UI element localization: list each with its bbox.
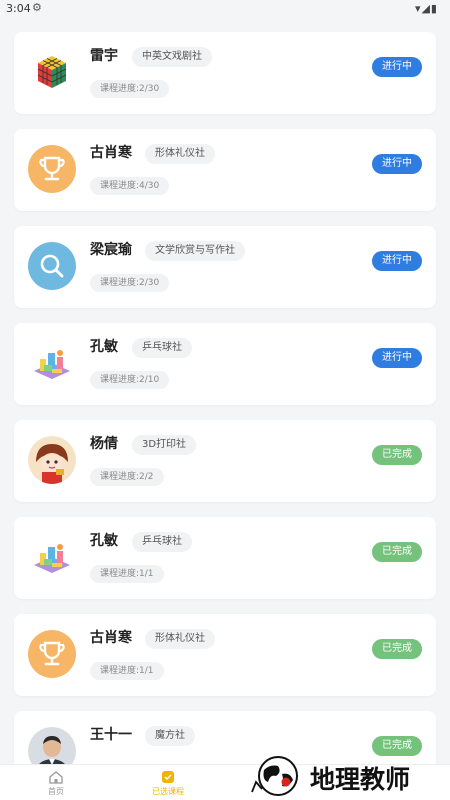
club-tag: 文学欣赏与写作社 [145, 241, 245, 261]
course-card[interactable]: 雷宇 中英文戏剧社 课程进度:2/30 进行中 [14, 32, 436, 114]
status-badge: 进行中 [372, 251, 422, 271]
status-badge: 进行中 [372, 348, 422, 368]
status-badge: 已完成 [372, 639, 422, 659]
teacher-name: 古肖寒 [90, 145, 132, 161]
status-time: 3:04 [6, 2, 31, 15]
nav-courses-label: 已选课程 [152, 787, 184, 796]
status-badge: 进行中 [372, 154, 422, 174]
teacher-name: 古肖寒 [90, 630, 132, 646]
status-badge: 进行中 [372, 57, 422, 77]
teacher-name: 雷宇 [90, 48, 118, 64]
course-card[interactable]: 古肖寒 形体礼仪社 课程进度:4/30 进行中 [14, 129, 436, 211]
nav-home-tab[interactable]: 首页 [26, 769, 86, 797]
status-bar: 3:04 ⚙ ▾◢▮ [0, 0, 450, 18]
cartoon-girl-avatar [28, 436, 76, 484]
status-badge: 已完成 [372, 445, 422, 465]
course-card[interactable]: 杨倩 3D打印社 课程进度:2/2 已完成 [14, 420, 436, 502]
settings-gear-icon: ⚙ [32, 1, 42, 14]
course-progress: 课程进度:2/30 [90, 274, 170, 292]
club-tag: 乒乓球社 [132, 532, 192, 552]
club-tag: 中英文戏剧社 [132, 47, 212, 67]
watermark: 地理教师 [248, 748, 448, 800]
status-badge: 已完成 [372, 542, 422, 562]
trophy-icon [28, 145, 76, 193]
teacher-name: 孔敏 [90, 533, 118, 549]
course-progress: 课程进度:2/30 [90, 80, 170, 98]
course-check-icon [162, 771, 174, 783]
teacher-name: 梁宸瑜 [90, 242, 132, 258]
teacher-name: 孔敏 [90, 339, 118, 355]
course-progress: 课程进度:2/10 [90, 371, 170, 389]
building-blocks-icon [28, 339, 76, 387]
teacher-name: 王十一 [90, 727, 132, 743]
trophy-icon [28, 630, 76, 678]
club-tag: 形体礼仪社 [145, 144, 215, 164]
course-progress: 课程进度:4/30 [90, 177, 170, 195]
course-progress: 课程进度:1/1 [90, 565, 164, 583]
course-progress: 课程进度:2/2 [90, 468, 164, 486]
teacher-name: 杨倩 [90, 436, 118, 452]
club-tag: 魔方社 [145, 726, 195, 746]
nav-courses-tab[interactable]: 已选课程 [138, 769, 198, 797]
course-card[interactable]: 孔敏 乒乓球社 课程进度:1/1 已完成 [14, 517, 436, 599]
search-icon [28, 242, 76, 290]
course-card[interactable]: 孔敏 乒乓球社 课程进度:2/10 进行中 [14, 323, 436, 405]
home-icon [49, 771, 63, 784]
course-card[interactable]: 梁宸瑜 文学欣赏与写作社 课程进度:2/30 进行中 [14, 226, 436, 308]
watermark-text: 地理教师 [310, 765, 411, 794]
rubik-cube-icon [28, 48, 76, 96]
building-blocks-icon [28, 533, 76, 581]
club-tag: 形体礼仪社 [145, 629, 215, 649]
course-progress: 课程进度:1/1 [90, 662, 164, 680]
status-icons: ▾◢▮ [414, 2, 438, 15]
globe-logo-icon [251, 756, 298, 796]
course-card[interactable]: 古肖寒 形体礼仪社 课程进度:1/1 已完成 [14, 614, 436, 696]
nav-home-label: 首页 [48, 787, 64, 796]
club-tag: 3D打印社 [132, 435, 197, 455]
club-tag: 乒乓球社 [132, 338, 192, 358]
